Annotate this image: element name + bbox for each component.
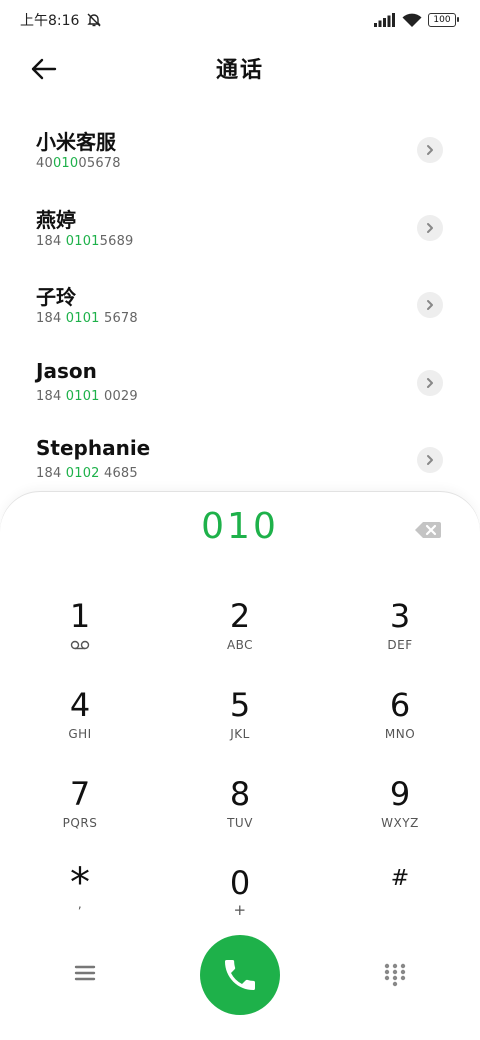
number-match: 0101	[65, 311, 100, 326]
key-letters: DEF	[387, 638, 413, 652]
key-3[interactable]: 3 DEF	[320, 598, 480, 678]
number-match: 0102	[65, 466, 100, 481]
menu-button[interactable]	[72, 962, 98, 984]
backspace-button[interactable]	[414, 520, 442, 540]
chevron-right-icon	[427, 145, 433, 155]
call-button[interactable]	[200, 935, 280, 1015]
key-digit: 0	[229, 864, 251, 902]
number-part: 40	[36, 156, 53, 171]
contact-detail-button[interactable]	[417, 369, 443, 396]
contact-name: 小米客服	[36, 130, 116, 154]
number-match: 0101	[65, 388, 100, 404]
chevron-right-icon	[427, 455, 433, 465]
contact-number: 184 0101 0029	[36, 389, 138, 404]
key-2[interactable]: 2 ABC	[160, 598, 320, 678]
chevron-right-icon	[427, 222, 433, 233]
key-digit: 3	[389, 597, 411, 635]
contact-name: 燕婷	[36, 207, 76, 232]
dial-input[interactable]: 010	[0, 506, 480, 547]
signal-icon	[374, 13, 395, 27]
key-digit: #	[390, 866, 410, 891]
number-part: 5678	[99, 311, 138, 326]
battery-level: 100	[433, 15, 451, 25]
wifi-icon	[402, 13, 422, 27]
contact-number: 184 0101 5678	[36, 311, 138, 326]
key-hash[interactable]: #	[320, 865, 480, 945]
backspace-icon	[415, 522, 441, 538]
chevron-right-icon	[427, 377, 433, 388]
number-part: 05678	[78, 156, 121, 171]
key-0[interactable]: 0 +	[160, 865, 320, 945]
key-letters: MNO	[384, 727, 416, 741]
keypad-toggle-button[interactable]	[384, 963, 406, 987]
contact-detail-button[interactable]	[417, 214, 443, 241]
key-digit: 7	[69, 775, 91, 813]
status-bar: 上午8:16 100	[0, 0, 480, 40]
contact-detail-button[interactable]	[417, 292, 443, 318]
key-digit: 9	[389, 775, 411, 813]
key-letters: WXYZ	[381, 816, 419, 830]
key-digit: 6	[389, 686, 411, 724]
number-part: 184	[36, 466, 66, 481]
key-letters: +	[233, 901, 247, 919]
contact-number: 184 01015689	[36, 234, 134, 249]
contact-item[interactable]: 小米客服 4001005678	[0, 110, 480, 188]
key-4[interactable]: 4 GHI	[0, 687, 160, 767]
key-letters: TUV	[227, 816, 253, 830]
key-digit: 2	[229, 597, 251, 635]
contact-item[interactable]: Stephanie 184 0102 4685	[0, 420, 480, 498]
key-6[interactable]: 6 MNO	[320, 687, 480, 767]
key-letters: GHI	[68, 727, 92, 741]
number-match: 0101	[65, 233, 100, 249]
key-digit: 4	[69, 686, 91, 724]
key-digit: 8	[229, 775, 251, 813]
key-letters: ,	[77, 897, 83, 911]
contact-number: 4001005678	[36, 156, 121, 171]
number-part: 184	[36, 388, 66, 404]
key-8[interactable]: 8 TUV	[160, 776, 320, 856]
chevron-right-icon	[427, 300, 433, 310]
contact-item[interactable]: 子玲 184 0101 5678	[0, 265, 480, 343]
contact-number: 184 0102 4685	[36, 466, 138, 481]
header: 通话	[0, 44, 480, 94]
voicemail-icon	[70, 640, 90, 650]
key-star[interactable]: * ,	[0, 860, 160, 945]
key-1[interactable]: 1	[0, 598, 160, 678]
contact-list: 小米客服 4001005678 燕婷 184 01015689 子玲 184 0…	[0, 110, 480, 498]
number-part: 5689	[99, 233, 134, 249]
key-letters: ABC	[226, 638, 254, 652]
status-time: 上午8:16	[20, 13, 80, 29]
phone-icon	[225, 960, 255, 990]
number-match: 010	[52, 156, 79, 171]
status-icons: 100	[374, 10, 459, 30]
contact-name: Jason	[36, 358, 97, 383]
number-part: 184	[36, 233, 66, 249]
dnd-off-icon	[87, 13, 101, 27]
key-digit: *	[70, 860, 90, 906]
number-part: 0029	[99, 388, 138, 404]
key-digit: 1	[69, 597, 91, 635]
page-title: 通话	[215, 58, 264, 83]
contact-detail-button[interactable]	[417, 137, 443, 163]
contact-detail-button[interactable]	[417, 447, 443, 473]
dialpad-icon	[384, 963, 406, 987]
contact-name: 子玲	[36, 285, 76, 309]
status-time-group: 上午8:16	[20, 10, 102, 30]
key-9[interactable]: 9 WXYZ	[320, 776, 480, 856]
contact-item[interactable]: Jason 184 0101 0029	[0, 343, 480, 421]
bottom-bar	[0, 935, 480, 1015]
battery-icon: 100	[428, 13, 459, 27]
key-digit: 5	[229, 686, 251, 724]
number-part: 184	[36, 311, 66, 326]
key-5[interactable]: 5 JKL	[160, 687, 320, 767]
key-letters: JKL	[230, 727, 250, 741]
key-7[interactable]: 7 PQRS	[0, 776, 160, 856]
menu-icon	[74, 965, 96, 981]
contact-item[interactable]: 燕婷 184 01015689	[0, 188, 480, 266]
key-letters: PQRS	[62, 816, 98, 830]
number-part: 4685	[99, 466, 138, 481]
contact-name: Stephanie	[36, 436, 151, 460]
